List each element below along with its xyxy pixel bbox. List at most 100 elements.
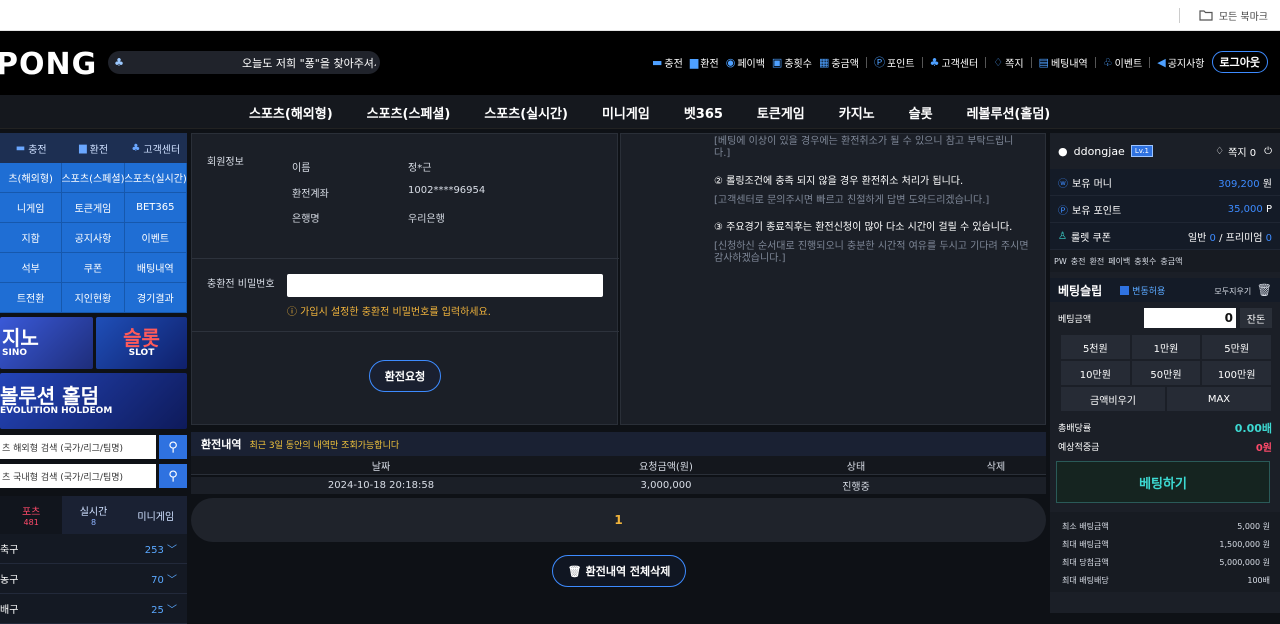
withdraw-request-button[interactable]: 환전요청 <box>369 360 441 392</box>
clear-amount-button[interactable]: 금액비우기 <box>1060 386 1166 412</box>
holdem-banner[interactable]: 볼루션 홀덤 EVOLUTION HOLDEOM <box>0 373 187 429</box>
menu-grid-item[interactable]: 경기결과 <box>124 283 187 313</box>
amount-chip[interactable]: 1만원 <box>1130 334 1202 360</box>
top-menu: ▬ 충전 ▆ 환전 ◉ 페이백 ▣ 충횟수 ▦ 충금액 Ⓟ 포인트 ♣ 고객센터 ♢ 쪽지 ▤ 베팅내역 ♧ 이벤트 ◀… <box>652 51 1268 73</box>
nav-item[interactable]: 스포츠(스페셜) <box>350 103 468 122</box>
top-menu-item[interactable]: ◀ 공지사항 <box>1157 55 1204 70</box>
top-menu-item[interactable]: ◉ 페이백 <box>726 55 765 70</box>
history-title: 환전내역 <box>201 438 242 451</box>
menu-grid-item[interactable]: 스포츠(실시간) <box>124 163 187 193</box>
amount-chip[interactable]: 5만원 <box>1201 334 1272 360</box>
top-menu-item[interactable]: ♣ 고객센터 <box>930 55 979 70</box>
menu-grid-item[interactable]: 공지사항 <box>62 223 125 253</box>
search-button[interactable]: ⚲ <box>159 435 187 459</box>
top-menu-item[interactable]: ♧ 이벤트 <box>1103 55 1142 70</box>
nav-item[interactable]: 스포츠(해외형) <box>232 103 350 122</box>
support-icon: ♣ <box>929 55 940 69</box>
top-menu-item[interactable]: ▬ 충전 <box>652 55 683 70</box>
quick-action[interactable]: 충금액 <box>1160 256 1182 267</box>
divider <box>192 331 619 332</box>
top-menu-item[interactable]: Ⓟ 포인트 <box>874 54 915 70</box>
bet-amount-input[interactable]: 0 <box>1144 308 1236 328</box>
odds-change-toggle[interactable]: 변동허용 <box>1120 284 1165 297</box>
menu-grid-item[interactable]: 토큰게임 <box>62 193 125 223</box>
amount-chip[interactable]: 10만원 <box>1060 360 1131 386</box>
nav-item[interactable]: 미니게임 <box>585 103 667 122</box>
menu-grid-item[interactable]: 쿠폰 <box>62 253 125 283</box>
money-value-wrap: 309,200 원 <box>1218 175 1272 190</box>
sport-count: 70 <box>151 575 164 586</box>
amount-chip[interactable]: 100만원 <box>1201 360 1272 386</box>
top-menu-item[interactable]: ▣ 충횟수 <box>772 55 812 70</box>
search-button[interactable]: ⚲ <box>159 464 187 488</box>
page-1[interactable]: 1 <box>614 513 622 527</box>
top-menu-label: 페이백 <box>737 58 765 70</box>
logout-button[interactable]: 로그아웃 <box>1211 51 1268 73</box>
list-item[interactable]: 농구 70 ﹀ <box>0 564 187 594</box>
place-bet-button[interactable]: 베팅하기 <box>1056 461 1270 503</box>
nav-item[interactable]: 레볼루션(홀덤) <box>950 103 1068 122</box>
limit-row: 최대 당첨금액 5,000,000 원 <box>1062 553 1270 571</box>
max-button[interactable]: MAX <box>1166 386 1272 412</box>
menu-grid-item[interactable]: 석부 <box>0 253 63 283</box>
game-banners: 지노 SINO 슬롯 SLOT <box>0 317 187 369</box>
sport-tab[interactable]: 실시간 8 <box>62 496 124 534</box>
top-menu-item[interactable]: ▤ 베팅내역 <box>1039 55 1088 70</box>
amount-chip[interactable]: 50만원 <box>1130 360 1202 386</box>
menu-grid-item[interactable]: 지인현황 <box>62 283 125 313</box>
nav-item[interactable]: 스포츠(실시간) <box>467 103 585 122</box>
nav-item[interactable]: 벳365 <box>667 103 740 122</box>
top-menu-item[interactable]: ♢ 쪽지 <box>993 55 1023 70</box>
quick-action[interactable]: 충횟수 <box>1134 256 1156 267</box>
domestic-search-input[interactable]: 츠 국내형 검색 (국가/리그/팀명) <box>0 464 156 488</box>
charge-link[interactable]: ▬ 충전 <box>0 133 62 163</box>
point-icon: Ⓟ <box>1058 205 1068 217</box>
amount-chip[interactable]: 5천원 <box>1060 334 1131 360</box>
list-item[interactable]: 축구 253 ﹀ <box>0 534 187 564</box>
nav-item[interactable]: 토큰게임 <box>740 103 822 122</box>
row-amount: 3,000,000 <box>640 480 692 491</box>
support-link[interactable]: ♣ 고객센터 <box>125 133 187 163</box>
overseas-search-input[interactable]: 츠 해외형 검색 (국가/리그/팀명) <box>0 435 156 459</box>
quick-action[interactable]: 페이백 <box>1108 256 1130 267</box>
top-header: PONG ♣ 오늘도 저희 "퐁"을 찾아주셔서 ▬ 충전 ▆ 환전 ◉ 페이백 ▣ 충횟수 ▦… <box>0 31 1280 95</box>
password-input[interactable] <box>287 274 603 297</box>
top-menu-label: 환전 <box>700 58 719 70</box>
quick-action[interactable]: 환전 <box>1089 256 1104 267</box>
quick-action[interactable]: 충전 <box>1071 256 1086 267</box>
messages-link[interactable]: ♢ 쪽지 0 ⏻ <box>1215 144 1272 159</box>
menu-grid-item[interactable]: 지함 <box>0 223 63 253</box>
menu-grid-item[interactable]: 트전환 <box>0 283 63 313</box>
nav-item[interactable]: 카지노 <box>822 103 892 122</box>
clear-all-button[interactable]: 모두지우기 🗑 <box>1214 283 1272 297</box>
top-menu-item[interactable]: ▆ 환전 <box>690 55 719 70</box>
sport-tab[interactable]: 미니게임 <box>125 496 187 534</box>
menu-grid-item[interactable]: 츠(해외형) <box>0 163 63 193</box>
sport-tab[interactable]: 포츠 481 <box>0 496 63 534</box>
top-menu-label: 충전 <box>664 58 683 70</box>
power-icon[interactable]: ⏻ <box>1264 146 1272 157</box>
menu-grid-item[interactable]: 이벤트 <box>124 223 187 253</box>
list-item[interactable]: 배구 25 ﹀ <box>0 594 187 624</box>
delete-all-history-button[interactable]: 🗑 환전내역 전체삭제 <box>552 555 686 587</box>
message-icon: ♢ <box>1215 145 1225 157</box>
slot-banner[interactable]: 슬롯 SLOT <box>96 317 187 369</box>
name-value: 정*근 <box>408 163 432 174</box>
change-button[interactable]: 잔돈 <box>1240 308 1272 328</box>
support-link-label: 고객센터 <box>143 144 181 156</box>
all-bookmarks-button[interactable]: 모든 북마크 <box>1199 8 1268 23</box>
nav-item[interactable]: 슬롯 <box>892 103 950 122</box>
coupon-normal: 0 <box>1209 232 1216 244</box>
withdraw-link[interactable]: ▆ 환전 <box>62 133 124 163</box>
menu-grid-item[interactable]: 배팅내역 <box>124 253 187 283</box>
menu-grid-item[interactable]: BET365 <box>124 193 187 223</box>
menu-grid-item[interactable]: 니게임 <box>0 193 63 223</box>
casino-banner[interactable]: 지노 SINO <box>0 317 93 369</box>
site-logo[interactable]: PONG <box>0 47 97 82</box>
top-menu-item[interactable]: ▦ 충금액 <box>819 55 859 70</box>
all-bookmarks-label: 모든 북마크 <box>1218 12 1268 23</box>
bookmark-bar: 모든 북마크 <box>0 0 1280 31</box>
quick-action[interactable]: PW <box>1054 257 1067 266</box>
menu-grid-item[interactable]: 스포츠(스페셜) <box>62 163 125 193</box>
coupon-normal-label: 일반 <box>1187 232 1207 244</box>
